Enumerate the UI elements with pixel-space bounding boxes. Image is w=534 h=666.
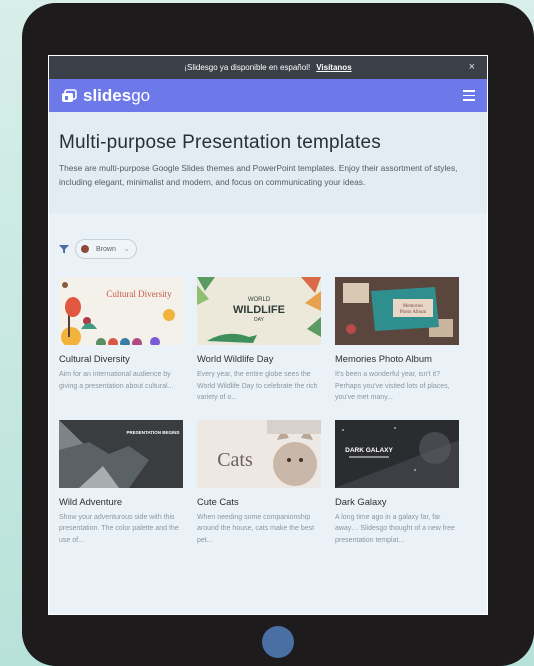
- color-filter-dropdown[interactable]: Brown ⌄: [75, 239, 137, 259]
- template-thumbnail[interactable]: Memories Photo Album: [335, 277, 459, 345]
- template-thumbnail[interactable]: Cats: [197, 419, 321, 488]
- page-title: Multi-purpose Presentation templates: [59, 132, 381, 153]
- svg-text:WILDLIFE: WILDLIFE: [233, 304, 285, 316]
- templates-grid: Cultural Diversity Cultural Diversity Ai…: [59, 277, 487, 546]
- color-swatch: [81, 245, 89, 253]
- memories-photo-album-illustration: Memories Photo Album: [335, 277, 459, 345]
- wild-adventure-illustration: PRESENTATION BEGINS: [59, 419, 183, 488]
- template-description: Aim for an international audience by giv…: [59, 371, 174, 390]
- template-card[interactable]: Cats Cute Cats When needing some compani…: [197, 419, 321, 547]
- svg-text:Photo Album: Photo Album: [400, 310, 427, 315]
- template-title[interactable]: World Wildlife Day: [197, 353, 321, 364]
- slidesgo-logo[interactable]: slides go: [61, 86, 150, 106]
- template-card[interactable]: WORLD WILDLIFE DAY World Wildlife Day Ev…: [197, 277, 321, 404]
- template-card[interactable]: Cultural Diversity Cultural Diversity Ai…: [59, 277, 183, 404]
- template-card[interactable]: Memories Photo Album Memories Photo Albu…: [335, 277, 459, 404]
- banner-text: ¡Slidesgo ya disponible en español!: [184, 63, 311, 72]
- template-thumbnail[interactable]: DARK GALAXY: [335, 419, 459, 488]
- template-thumbnail[interactable]: PRESENTATION BEGINS: [59, 419, 183, 488]
- svg-text:Cats: Cats: [217, 449, 253, 471]
- logo-text-bold: slides: [83, 85, 132, 105]
- template-title[interactable]: Dark Galaxy: [335, 496, 459, 507]
- template-title[interactable]: Cute Cats: [197, 496, 321, 507]
- dark-galaxy-illustration: DARK GALAXY: [335, 419, 459, 488]
- template-card[interactable]: PRESENTATION BEGINS Wild Adventure Show …: [59, 419, 183, 547]
- cultural-diversity-illustration: Cultural Diversity: [61, 282, 175, 345]
- template-title[interactable]: Memories Photo Album: [335, 353, 459, 364]
- cultural-diversity-thumb-text: Cultural Diversity: [106, 289, 172, 299]
- template-description: Show your adventurous side with this pre…: [59, 513, 179, 544]
- svg-text:DARK GALAXY: DARK GALAXY: [345, 447, 393, 454]
- template-card[interactable]: DARK GALAXY Dark Galaxy A long time ago …: [335, 419, 459, 547]
- banner-link[interactable]: Visítanos: [316, 63, 351, 72]
- hamburger-menu-icon[interactable]: [463, 90, 475, 104]
- svg-text:DAY: DAY: [254, 317, 265, 323]
- template-thumbnail[interactable]: WORLD WILDLIFE DAY: [197, 277, 321, 345]
- svg-text:PRESENTATION BEGINS: PRESENTATION BEGINS: [126, 430, 179, 435]
- template-title[interactable]: Wild Adventure: [59, 496, 183, 507]
- tablet-screen: ¡Slidesgo ya disponible en español! Visí…: [48, 55, 488, 615]
- svg-text:Memories: Memories: [403, 304, 423, 309]
- template-description: Every year, the entire globe sees the Wo…: [197, 371, 318, 401]
- template-title[interactable]: Cultural Diversity: [59, 353, 183, 364]
- funnel-icon[interactable]: [59, 244, 69, 254]
- color-filter-label: Brown: [96, 245, 116, 253]
- template-description: A long time ago in a galaxy far, far awa…: [335, 513, 455, 544]
- filter-bar: Brown ⌄: [59, 239, 487, 259]
- cute-cats-illustration: Cats: [197, 419, 321, 488]
- template-description: When needing some companionship around t…: [197, 513, 315, 544]
- logo-text-light: go: [131, 85, 151, 105]
- slides-logo-icon: [62, 88, 77, 102]
- template-thumbnail[interactable]: Cultural Diversity: [59, 277, 183, 345]
- chevron-down-icon: ⌄: [123, 246, 130, 253]
- close-icon[interactable]: ×: [469, 61, 475, 73]
- world-wildlife-illustration: WORLD WILDLIFE DAY: [197, 277, 321, 343]
- announcement-banner: ¡Slidesgo ya disponible en español! Visí…: [49, 56, 487, 79]
- template-description: It's been a wonderful year, isn't it? Pe…: [335, 371, 450, 401]
- page-description: These are multi-purpose Google Slides th…: [59, 163, 458, 187]
- svg-text:WORLD: WORLD: [248, 297, 271, 303]
- navbar: slides go: [49, 79, 487, 112]
- home-button[interactable]: [262, 626, 294, 658]
- hero-section: Multi-purpose Presentation templates The…: [49, 112, 487, 213]
